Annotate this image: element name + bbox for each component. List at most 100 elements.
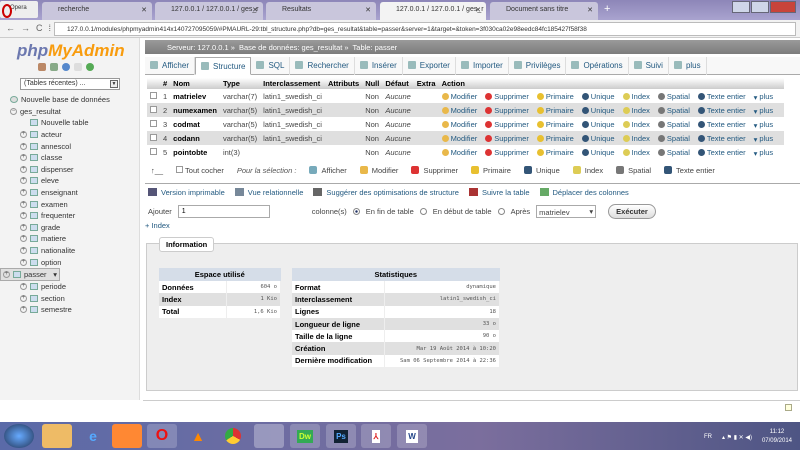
link-2[interactable]: Suggérer des optimisations de structure [313, 188, 459, 197]
expand-icon[interactable]: + [20, 283, 27, 291]
sidebar-table-enseignant[interactable]: + enseignant [0, 187, 140, 199]
expand-icon[interactable]: + [20, 142, 27, 150]
tab-insérer[interactable]: Insérer [355, 57, 403, 75]
action-unique[interactable]: Unique [581, 120, 619, 129]
new-table-link[interactable]: Nouvelle table [0, 117, 140, 129]
chrome-icon[interactable] [218, 424, 248, 448]
tab-importer[interactable]: Importer [456, 57, 509, 75]
sidebar-table-periode[interactable]: + periode [0, 281, 140, 293]
browser-tab[interactable]: Document sans titre ✕ [490, 2, 598, 20]
action-primaire[interactable]: Primaire [536, 92, 578, 101]
new-tab-button[interactable]: + [604, 3, 610, 15]
sidebar-table-grade[interactable]: + grade [0, 222, 140, 234]
action-primaire[interactable]: Primaire [536, 106, 578, 115]
sidebar-table-frequenter[interactable]: + frequenter [0, 210, 140, 222]
after-column-select[interactable]: matrielev [536, 205, 597, 218]
row-checkbox[interactable] [147, 89, 160, 103]
minimize-button[interactable] [732, 1, 750, 13]
action-modifier[interactable]: Modifier [441, 92, 482, 101]
browser-tab[interactable]: 127.0.0.1 / 127.0.0.1 / ges_r ✕ [155, 2, 263, 20]
sidebar-table-option[interactable]: + option [0, 256, 140, 268]
row-checkbox[interactable] [147, 117, 160, 131]
action-supprimer[interactable]: Supprimer [485, 92, 533, 101]
help-icon[interactable] [62, 63, 70, 71]
bulk-primaire[interactable]: Primaire [471, 166, 511, 175]
expand-icon[interactable]: + [20, 189, 27, 197]
sidebar-table-semestre[interactable]: + semestre [0, 304, 140, 316]
tab-plus[interactable]: plus [669, 57, 707, 75]
maximize-button[interactable] [751, 1, 769, 13]
start-button[interactable] [4, 424, 34, 448]
action-unique[interactable]: Unique [581, 92, 619, 101]
action-plus[interactable]: ▾ plus [754, 148, 778, 158]
action-unique[interactable]: Unique [581, 148, 619, 157]
photoshop-icon[interactable]: Ps [326, 424, 356, 448]
sidebar-table-classe[interactable]: + classe [0, 152, 140, 164]
browser-tab[interactable]: Resultats ✕ [266, 2, 376, 20]
tab-sql[interactable]: SQL [251, 57, 291, 75]
action-supprimer[interactable]: Supprimer [485, 134, 533, 143]
expand-icon[interactable]: + [20, 258, 27, 266]
breadcrumb-database[interactable]: Base de données: ges_resultat [239, 43, 342, 52]
action-modifier[interactable]: Modifier [441, 134, 482, 143]
expand-icon[interactable]: + [20, 177, 27, 185]
action-primaire[interactable]: Primaire [536, 120, 578, 129]
close-window-button[interactable] [770, 1, 796, 13]
action-index[interactable]: Index [622, 148, 654, 157]
tab-privilèges[interactable]: Privilèges [509, 57, 567, 75]
radio-end-of-table[interactable] [352, 208, 360, 215]
url-input[interactable]: 127.0.0.1/modules/phpmyadmin414x14072709… [54, 22, 796, 36]
link-1[interactable]: Vue relationnelle [234, 188, 303, 197]
action-plus[interactable]: ▾ plus [754, 106, 778, 116]
console-icon[interactable] [785, 404, 792, 411]
bulk-afficher[interactable]: Afficher [309, 166, 347, 175]
word-icon[interactable]: W [397, 424, 427, 448]
close-icon[interactable]: ✕ [587, 6, 593, 14]
language-indicator[interactable]: FR [704, 434, 712, 440]
breadcrumb-table[interactable]: Table: passer [353, 43, 398, 52]
vlc-icon[interactable]: ▲ [183, 424, 213, 448]
sidebar-table-section[interactable]: + section [0, 293, 140, 305]
action-supprimer[interactable]: Supprimer [485, 148, 533, 157]
clock[interactable]: 11:12 07/09/2014 [762, 428, 792, 446]
close-icon[interactable]: ✕ [365, 6, 371, 14]
flag-icon[interactable]: ▴ ⚑ ▮ ✕ ◀) [722, 434, 752, 441]
row-checkbox[interactable] [147, 145, 160, 159]
action-spatial[interactable]: Spatial [657, 134, 694, 143]
radio-after[interactable] [497, 208, 505, 215]
add-index-link[interactable]: + Index [145, 221, 170, 230]
tab-suivi[interactable]: Suivi [629, 57, 669, 75]
explorer-icon[interactable] [42, 424, 72, 448]
tab-exporter[interactable]: Exporter [403, 57, 456, 75]
action-supprimer[interactable]: Supprimer [485, 120, 533, 129]
logout-icon[interactable] [50, 63, 58, 71]
tab-structure[interactable]: Structure [194, 57, 252, 75]
media-player-icon[interactable] [112, 424, 142, 448]
action-modifier[interactable]: Modifier [441, 148, 482, 157]
action-primaire[interactable]: Primaire [536, 134, 578, 143]
collapse-icon[interactable]: − [10, 107, 17, 115]
database-ges-resultat[interactable]: − ges_resultat [0, 106, 140, 118]
opera-icon[interactable]: O [147, 424, 177, 448]
tab-opérations[interactable]: Opérations [566, 57, 629, 75]
reload-icon[interactable] [86, 63, 94, 71]
browser-tab-active[interactable]: 127.0.0.1 / 127.0.0.1 / ges_r ✕ [380, 2, 486, 20]
recent-tables-select[interactable]: (Tables récentes) ... ▼ [20, 78, 120, 90]
sidebar-table-nationalite[interactable]: + nationalite [0, 245, 140, 257]
action-spatial[interactable]: Spatial [657, 148, 694, 157]
sidebar-table-annescol[interactable]: + annescol [0, 140, 140, 152]
expand-icon[interactable]: + [3, 270, 10, 278]
bulk-texte-entier[interactable]: Texte entier [664, 166, 715, 175]
acrobat-icon[interactable]: ⅄ [361, 424, 391, 448]
sidebar-table-eleve[interactable]: + eleve [0, 175, 140, 187]
sidebar-table-matiere[interactable]: + matiere [0, 233, 140, 245]
action-primaire[interactable]: Primaire [536, 148, 578, 157]
execute-button[interactable]: Exécuter [608, 204, 656, 219]
action-supprimer[interactable]: Supprimer [485, 106, 533, 115]
action-modifier[interactable]: Modifier [441, 120, 482, 129]
link-4[interactable]: Déplacer des colonnes [539, 188, 629, 197]
bulk-index[interactable]: Index [572, 166, 603, 175]
expand-icon[interactable]: + [20, 212, 27, 220]
link-0[interactable]: Version imprimable [148, 188, 225, 197]
tab-rechercher[interactable]: Rechercher [290, 57, 355, 75]
